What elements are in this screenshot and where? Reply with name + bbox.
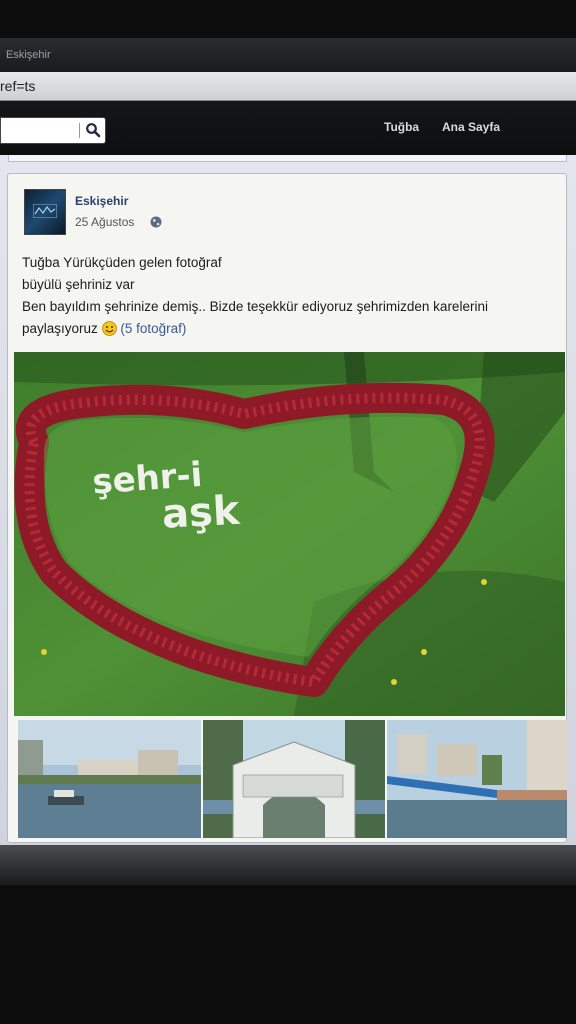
blue-bridge-image: [387, 720, 567, 838]
post-date[interactable]: 25 Ağustos: [75, 215, 134, 229]
address-bar[interactable]: ref=ts: [0, 72, 576, 101]
page-name-link[interactable]: Eskişehir: [75, 194, 128, 208]
search-input[interactable]: [0, 117, 106, 144]
address-bar-text[interactable]: ref=ts: [0, 78, 35, 94]
post-message: Tuğba Yürükçüden gelen fotoğraf büyülü ş…: [22, 252, 562, 340]
search-icon[interactable]: [85, 122, 101, 138]
photo-thumbnail-1[interactable]: [18, 720, 201, 838]
main-photo[interactable]: şehr-i aşk: [14, 352, 565, 716]
photo-thumbnail-2[interactable]: [203, 720, 385, 838]
site-header: Tuğba Ana Sayfa: [0, 101, 576, 155]
nav-user-link[interactable]: Tuğba: [384, 120, 419, 134]
heart-flowerbed-image: şehr-i aşk: [14, 352, 565, 716]
globe-icon: [150, 216, 162, 228]
browser-tab-title[interactable]: Eskişehir: [6, 49, 51, 61]
photo-count-link[interactable]: (5 fotoğraf): [120, 321, 186, 336]
post-line: paylaşıyoruz: [22, 321, 98, 336]
flower-text-line2: aşk: [161, 488, 242, 538]
river-boat-image: [18, 720, 201, 838]
smiley-icon: [101, 321, 117, 336]
photo-thumbnail-3[interactable]: [387, 720, 567, 838]
ornate-bridge-image: [203, 720, 385, 838]
post-line-last: paylaşıyoruz (5 fotoğraf): [22, 318, 562, 340]
page-avatar[interactable]: [24, 189, 66, 235]
post-line: Ben bayıldım şehrinize demiş.. Bizde teş…: [22, 299, 488, 314]
page-logo-icon: [33, 204, 57, 218]
post-line: Tuğba Yürükçüden gelen fotoğraf: [22, 255, 222, 270]
previous-post-edge: [8, 155, 567, 162]
post-card: Eskişehir 25 Ağustos Tuğba Yürükçüden ge…: [7, 173, 567, 843]
post-line: büyülü şehriniz var: [22, 277, 135, 292]
nav-home-link[interactable]: Ana Sayfa: [442, 120, 500, 134]
browser-bottom-edge: [0, 845, 576, 885]
browser-tab-strip: Eskişehir: [0, 38, 576, 72]
news-feed: Eskişehir 25 Ağustos Tuğba Yürükçüden ge…: [0, 155, 576, 845]
search-divider: [79, 123, 80, 138]
